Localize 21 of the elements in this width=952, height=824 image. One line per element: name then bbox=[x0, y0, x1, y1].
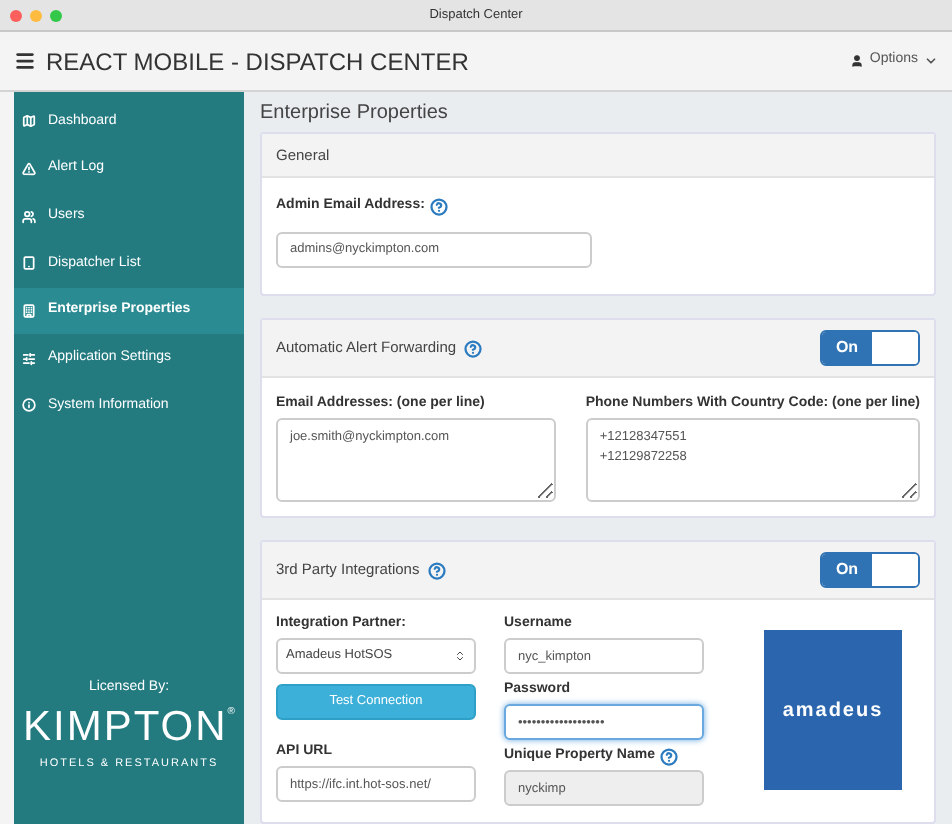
warning-icon bbox=[22, 162, 36, 177]
user-icon bbox=[849, 54, 864, 68]
close-icon[interactable] bbox=[10, 9, 22, 21]
caret-icon bbox=[924, 54, 938, 68]
help-icon[interactable] bbox=[427, 561, 446, 579]
brand-logo-text: KIMPTON bbox=[23, 705, 228, 750]
help-icon[interactable] bbox=[464, 339, 483, 357]
app-title: REACT MOBILE - DISPATCH CENTER bbox=[46, 45, 469, 79]
help-icon[interactable] bbox=[660, 748, 679, 766]
map-icon bbox=[22, 114, 36, 129]
info-icon bbox=[22, 398, 36, 413]
toggle-switch[interactable]: On bbox=[820, 552, 920, 588]
users-icon bbox=[22, 209, 36, 224]
building-icon bbox=[22, 304, 36, 319]
logo-text: amadeus bbox=[782, 697, 884, 725]
sliders-icon bbox=[22, 351, 36, 366]
help-icon[interactable] bbox=[430, 198, 449, 216]
page-title: Enterprise Properties bbox=[260, 99, 450, 127]
toggle-switch[interactable]: On bbox=[820, 330, 920, 366]
tablet-icon bbox=[22, 256, 36, 271]
menu-icon[interactable] bbox=[14, 50, 36, 72]
